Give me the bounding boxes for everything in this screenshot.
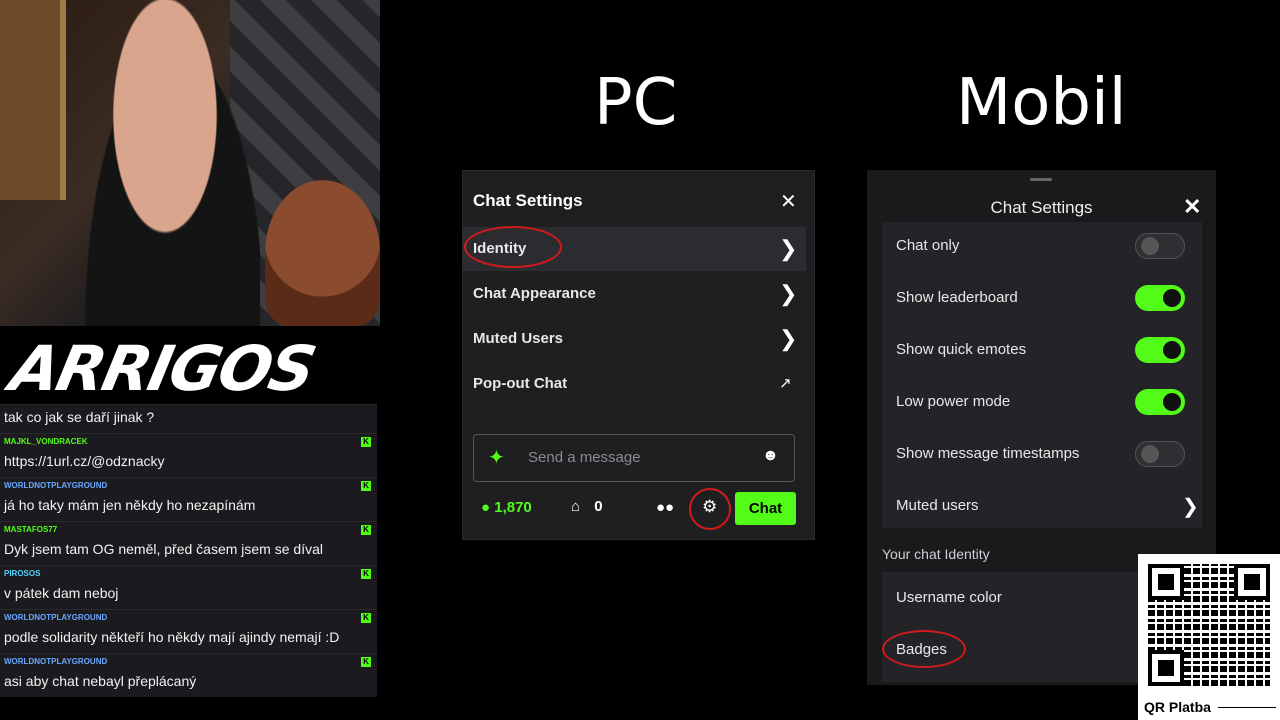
chat-message: WORLDNOTPLAYGROUND K podle solidarity ně…	[0, 609, 377, 653]
wall-frame	[0, 0, 66, 200]
message-text: já ho taky mám jen někdy ho nezapínám	[4, 497, 256, 513]
identity-label: Username color	[896, 589, 1002, 606]
webcam-feed	[0, 0, 380, 326]
setting-label: Muted users	[896, 497, 979, 514]
chat-bubble-icon[interactable]: ●●	[656, 499, 674, 516]
external-link-icon: ↗	[779, 375, 792, 392]
message-text: Dyk jsem tam OG neměl, před časem jsem s…	[4, 541, 323, 557]
menu-item-muted-users[interactable]: Muted Users ❯	[463, 317, 806, 361]
setting-show-message-timestamps: Show message timestamps	[882, 428, 1202, 480]
toggle-switch[interactable]	[1135, 389, 1185, 415]
setting-show-quick-emotes: Show quick emotes	[882, 324, 1202, 376]
chat-message: PIROSOS K v pátek dam neboj	[0, 565, 377, 609]
chevron-right-icon: ❯	[779, 326, 798, 351]
username: PIROSOS	[4, 569, 41, 578]
username: WORLDNOTPLAYGROUND	[4, 481, 108, 490]
message-text: tak co jak se daří jinak ?	[4, 409, 155, 425]
identity-section-title: Your chat Identity	[882, 546, 990, 562]
emoji-icon[interactable]: ☻	[762, 447, 779, 465]
annotation-circle	[464, 226, 562, 268]
pc-chat-settings-panel: Chat Settings ✕ Identity ❯ Chat Appearan…	[462, 170, 815, 540]
chat-message: tak co jak se daří jinak ?	[0, 404, 377, 433]
menu-item-label: Pop-out Chat	[473, 375, 568, 392]
channel-points[interactable]: ● 1,870	[481, 499, 532, 516]
kick-badge-icon: K	[361, 569, 371, 579]
kick-badge-icon: K	[361, 525, 371, 535]
message-text: podle solidarity někteří ho někdy mají a…	[4, 629, 340, 645]
toggle-switch[interactable]	[1135, 285, 1185, 311]
chevron-right-icon: ❯	[1182, 496, 1199, 518]
menu-item-label: Muted Users	[473, 330, 564, 347]
close-icon[interactable]: ✕	[780, 189, 797, 214]
message-placeholder: Send a message	[528, 449, 641, 466]
message-text: v pátek dam neboj	[4, 585, 119, 601]
divider	[1218, 707, 1276, 708]
store-button[interactable]: ⌂ 0	[571, 498, 603, 515]
username: WORLDNOTPLAYGROUND	[4, 657, 108, 666]
channel-logo: ARRIGOS	[4, 332, 321, 405]
username: MASTAFOS77	[4, 525, 58, 534]
stream-chat: tak co jak se daří jinak ? MAJKL_VONDRAC…	[0, 404, 380, 720]
streamer	[70, 0, 260, 326]
chat-message: MASTAFOS77 K Dyk jsem tam OG neměl, před…	[0, 521, 377, 565]
points-value: 1,870	[494, 499, 532, 516]
panel-title: Chat Settings	[473, 191, 583, 210]
sparkle-icon: ✦	[488, 447, 505, 469]
menu-item-label: Chat Appearance	[473, 285, 596, 302]
setting-label: Show leaderboard	[896, 289, 1018, 306]
qr-label: QR Platba	[1144, 699, 1211, 715]
kick-badge-icon: K	[361, 437, 371, 447]
setting-low-power-mode: Low power mode	[882, 376, 1202, 428]
close-icon[interactable]: ✕	[1183, 194, 1201, 220]
setting-label: Show message timestamps	[896, 445, 1080, 462]
panel-title: Chat Settings	[990, 198, 1093, 217]
setting-chat-only: Chat only	[882, 220, 1202, 272]
setting-label: Low power mode	[896, 393, 1011, 410]
chevron-right-icon: ❯	[779, 281, 798, 306]
kick-badge-icon: K	[361, 481, 371, 491]
message-text: https://1url.cz/@odznacky	[4, 453, 165, 469]
store-count: 0	[594, 498, 603, 515]
setting-label: Show quick emotes	[896, 341, 1027, 358]
qr-finder	[1234, 564, 1270, 600]
qr-finder	[1148, 650, 1184, 686]
chat-message: WORLDNOTPLAYGROUND K asi aby chat nebayl…	[0, 653, 377, 697]
settings-card: Chat only Show leaderboard Show quick em…	[882, 222, 1202, 528]
chevron-right-icon: ❯	[779, 236, 798, 261]
toggle-switch[interactable]	[1135, 337, 1185, 363]
chat-message: WORLDNOTPLAYGROUND K já ho taky mám jen …	[0, 477, 377, 521]
toggle-switch[interactable]	[1135, 233, 1185, 259]
menu-item-popout-chat[interactable]: Pop-out Chat ↗	[463, 362, 806, 406]
setting-show-leaderboard: Show leaderboard	[882, 272, 1202, 324]
username: MAJKL_VONDRACEK	[4, 437, 88, 446]
message-input[interactable]: ✦ Send a message ☻	[473, 434, 795, 482]
qr-finder	[1148, 564, 1184, 600]
kick-badge-icon: K	[361, 613, 371, 623]
drag-handle[interactable]	[1030, 178, 1052, 181]
chat-send-button[interactable]: Chat	[735, 492, 796, 525]
message-text: asi aby chat nebayl přeplácaný	[4, 673, 197, 689]
setting-muted-users[interactable]: Muted users ❯	[882, 480, 1202, 532]
username: WORLDNOTPLAYGROUND	[4, 613, 108, 622]
annotation-circle	[689, 488, 731, 530]
chat-message: MAJKL_VONDRACEK K https://1url.cz/@odzna…	[0, 433, 377, 477]
plush-toy	[265, 180, 380, 326]
annotation-circle	[882, 630, 966, 668]
toggle-switch[interactable]	[1135, 441, 1185, 467]
qr-payment: QR Platba	[1138, 554, 1280, 720]
setting-label: Chat only	[896, 237, 960, 254]
kick-badge-icon: K	[361, 657, 371, 667]
mobile-heading: Mobil	[956, 66, 1127, 140]
menu-item-chat-appearance[interactable]: Chat Appearance ❯	[463, 272, 806, 316]
pc-heading: PC	[594, 66, 678, 140]
